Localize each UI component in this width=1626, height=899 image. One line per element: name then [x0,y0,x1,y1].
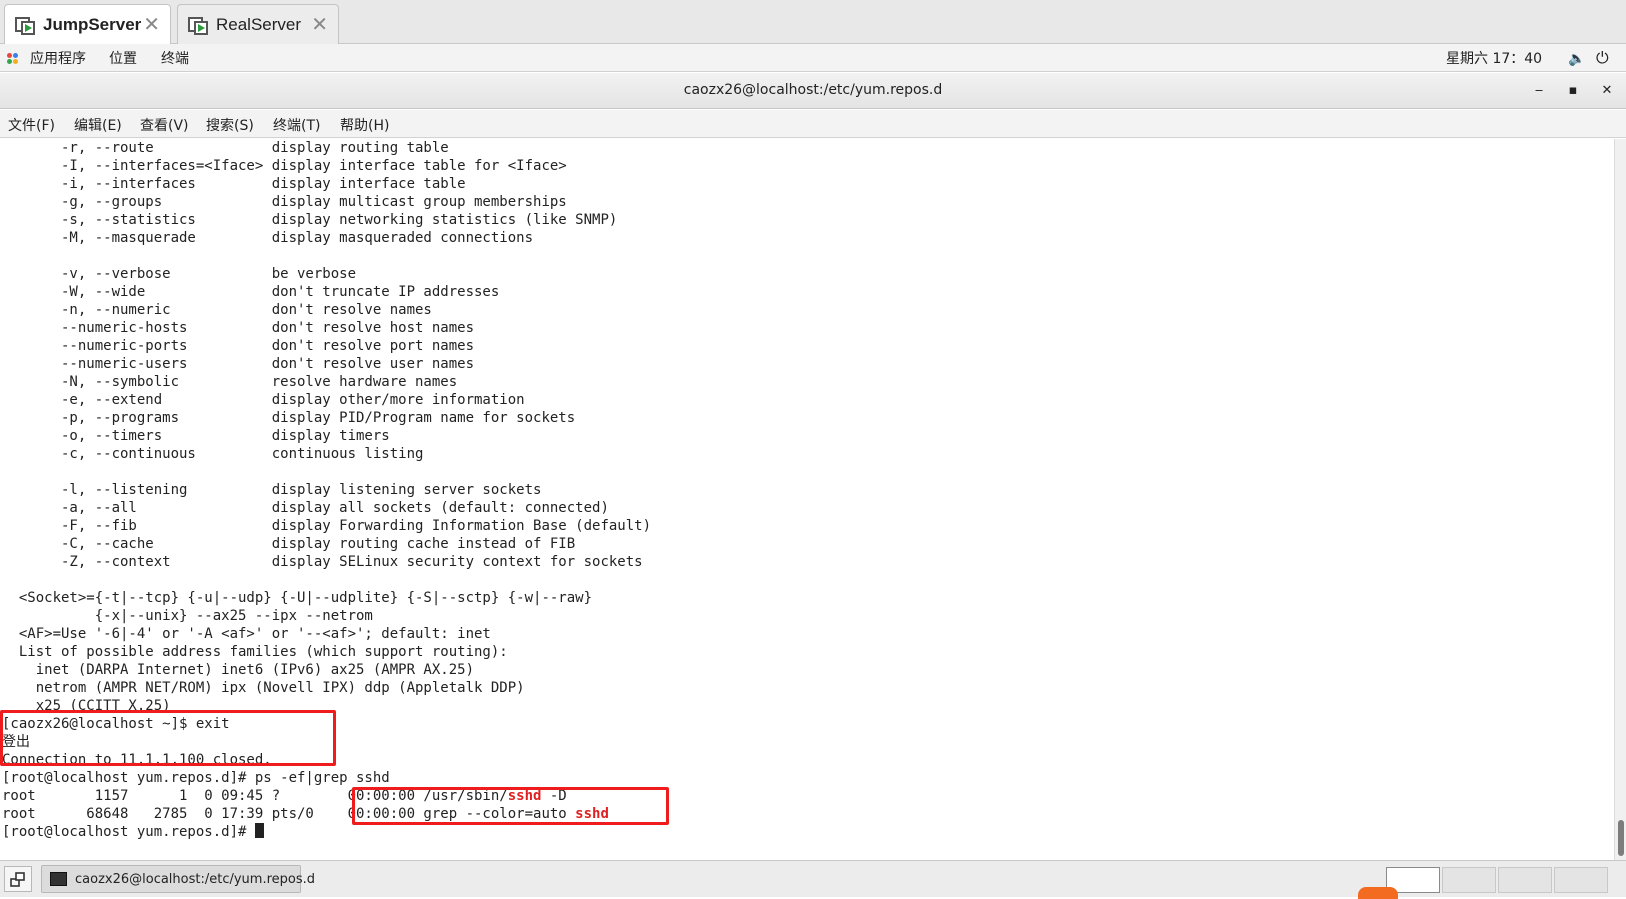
show-desktop-button[interactable] [4,866,32,892]
terminal-line: -v, --verbose be verbose [2,266,357,282]
terminal-line: --numeric-ports don't resolve port names [2,338,475,354]
window-titlebar[interactable]: caozx26@localhost:/etc/yum.repos.d ‒ ▪ ✕ [0,73,1626,109]
menu-help[interactable]: 帮助(H) [340,115,389,135]
terminal-line: -p, --programs display PID/Program name … [2,410,576,426]
tab-label: RealServer [216,14,302,34]
terminal-icon [50,872,67,886]
applications-icon [7,53,19,65]
terminal-line: -F, --fib display Forwarding Information… [2,518,652,534]
close-tab-icon[interactable]: ✕ [143,12,160,37]
tab-label: JumpServer [43,14,142,34]
minimize-button[interactable]: ‒ [1527,79,1551,103]
workspace-3[interactable] [1498,867,1552,893]
terminal-line: -o, --timers display timers [2,428,390,444]
applications-menu[interactable]: 应用程序 [30,48,86,68]
terminal-line: -e, --extend display other/more informat… [2,392,525,408]
tab-realserver[interactable]: RealServer ✕ [177,4,339,44]
terminal-line: netrom (AMPR NET/ROM) ipx (Novell IPX) d… [2,680,525,696]
annotation-box-exit [0,710,336,766]
window-title: caozx26@localhost:/etc/yum.repos.d [683,82,943,98]
terminal-line: -a, --all display all sockets (default: … [2,500,609,516]
taskbar-item-label: caozx26@localhost:/etc/yum.repos.d [75,872,316,887]
workspace-4[interactable] [1554,867,1608,893]
maximize-button[interactable]: ▪ [1561,79,1585,103]
vm-tab-strip: JumpServer ✕ RealServer ✕ [0,0,1626,44]
taskbar-terminal-item[interactable]: caozx26@localhost:/etc/yum.repos.d [41,865,315,893]
menu-view[interactable]: 查看(V) [140,115,189,135]
terminal-line: -W, --wide don't truncate IP addresses [2,284,500,300]
terminal-line: -N, --symbolic resolve hardware names [2,374,458,390]
terminal-line: -n, --numeric don't resolve names [2,302,432,318]
menu-terminal[interactable]: 终端(T) [273,115,320,135]
terminal-line: [root@localhost yum.repos.d]# ps -ef|gre… [2,770,390,786]
menu-edit[interactable]: 编辑(E) [74,115,122,135]
terminal-line: -M, --masquerade display masqueraded con… [2,230,534,246]
terminal-line: -g, --groups display multicast group mem… [2,194,567,210]
terminal-menu-bar: 文件(F) 编辑(E) 查看(V) 搜索(S) 终端(T) 帮助(H) [0,110,1626,138]
terminal-line: {-x|--unix} --ax25 --ipx --netrom [2,608,373,624]
terminal-line: -s, --statistics display networking stat… [2,212,618,228]
power-icon[interactable]: ⏻ [1596,48,1609,68]
menu-search[interactable]: 搜索(S) [206,115,254,135]
terminal-output[interactable]: -r, --route display routing table -I, --… [0,139,1614,860]
show-desktop-icon [10,872,25,887]
terminal-line: <AF>=Use '-6|-4' or '-A <af>' or '--<af>… [2,626,491,642]
terminal-line: --numeric-hosts don't resolve host names [2,320,475,336]
workspace-2[interactable] [1442,867,1496,893]
text-cursor [254,823,264,838]
menu-file[interactable]: 文件(F) [8,115,55,135]
prompt-line: [root@localhost yum.repos.d]# [2,823,264,841]
terminal-line: -Z, --context display SELinux security c… [2,554,643,570]
terminal-line: -i, --interfaces display interface table [2,176,466,192]
terminal-line: -r, --route display routing table [2,140,449,156]
terminal-line: List of possible address families (which… [2,644,508,660]
tab-jumpserver[interactable]: JumpServer ✕ [4,4,171,44]
places-menu[interactable]: 位置 [109,48,137,68]
vm-console-icon [188,14,210,36]
annotation-box-sshd [352,787,669,825]
terminal-line: --numeric-users don't resolve user names [2,356,475,372]
terminal-line: -c, --continuous continuous listing [2,446,424,462]
terminal-line: -C, --cache display routing cache instea… [2,536,576,552]
vm-console-icon [15,14,37,36]
clock[interactable]: 星期六 17：40 [1446,48,1542,68]
close-tab-icon[interactable]: ✕ [311,12,328,37]
overlay-badge [1358,887,1398,899]
terminal-line: inet (DARPA Internet) inet6 (IPv6) ax25 … [2,662,475,678]
terminal-line: <Socket>={-t|--tcp} {-u|--udp} {-U|--udp… [2,590,593,606]
terminal-scrollbar[interactable] [1614,139,1626,860]
terminal-app-menu[interactable]: 终端 [161,48,189,68]
gnome-top-bar: 应用程序 位置 终端 星期六 17：40 🔈 ⏻ [0,44,1626,72]
volume-icon[interactable]: 🔈 [1568,51,1585,67]
terminal-line: -l, --listening display listening server… [2,482,542,498]
close-window-button[interactable]: ✕ [1595,79,1619,103]
terminal-line: -I, --interfaces=<Iface> display interfa… [2,158,567,174]
scrollbar-thumb[interactable] [1618,820,1624,856]
